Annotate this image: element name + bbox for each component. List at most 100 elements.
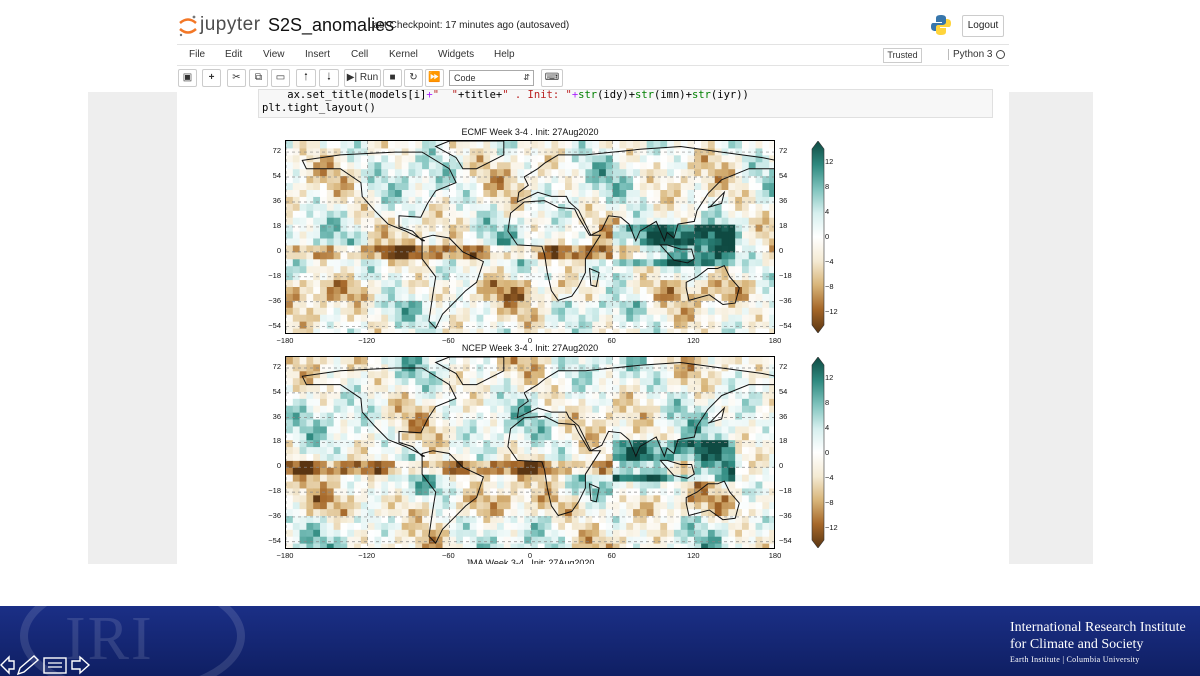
pen-icon[interactable] [16,655,40,676]
heatmap-cell [531,251,539,260]
heatmap-cell [537,474,546,482]
heatmap-cell [469,196,478,204]
heatmap-cell [687,328,695,333]
menu-edit[interactable]: Edit [225,49,242,60]
heatmap-cell [578,238,586,246]
logout-button[interactable]: Logout [962,15,1004,37]
heatmap-cell [313,425,321,434]
heatmap-cell [701,244,709,253]
cut-button[interactable]: ✂ [227,69,246,87]
heatmap-cell [408,377,416,386]
heatmap-cell [626,529,634,537]
heatmap-cell [605,161,614,170]
cell-type-select[interactable]: Code ⇵ [449,70,534,86]
heatmap-cell [367,286,375,294]
menu-kernel[interactable]: Kernel [389,49,418,60]
copy-button[interactable]: ⧉ [249,69,268,87]
save-button[interactable]: ▣ [178,69,197,87]
paste-button[interactable]: ▭ [271,69,290,87]
run-button[interactable]: ▶| Run [344,69,381,87]
heatmap-cell [769,189,774,197]
heatmap-cell [701,231,709,239]
heatmap-cell [748,474,757,482]
heatmap-cell [728,460,736,468]
heatmap-cell [646,474,654,482]
heatmap-cell [626,487,634,496]
heatmap-cell [320,529,328,537]
heatmap-cell [428,168,437,177]
menu-cell[interactable]: Cell [351,49,368,60]
menu-help[interactable]: Help [494,49,515,60]
heatmap-cell [381,224,389,232]
heatmap-cell [306,196,314,204]
heatmap-cell [633,224,641,232]
heatmap-cell [292,279,301,287]
heatmap-cell [612,474,620,482]
menu-view[interactable]: View [263,49,285,60]
colorbar-tick-label: −8 [825,497,834,507]
jupyter-logo-icon[interactable] [178,14,198,38]
move-down-button[interactable]: 🠓 [319,69,339,87]
heatmap-cell [415,377,423,386]
anomaly-map [286,357,774,548]
heatmap-cell [571,467,580,475]
heatmap-cell [769,141,774,149]
heatmap-cell [333,529,341,537]
heatmap-cell [735,412,743,420]
heatmap-cell [544,467,552,475]
heatmap-cell [762,161,770,170]
heatmap-cell [320,224,328,232]
heatmap-cell [605,328,614,333]
heatmap-cell [728,453,736,461]
restart-run-all-button[interactable]: ⏩ [425,69,444,87]
heatmap-cell [449,251,457,260]
heatmap-cell [714,529,723,537]
heatmap-cell [381,425,389,434]
heatmap-cell [469,307,478,315]
heatmap-cell [599,321,607,329]
jupyter-logo-text[interactable]: jupyter [200,14,261,36]
heatmap-cell [687,363,695,372]
next-slide-icon[interactable] [71,655,91,675]
heatmap-cell [428,258,437,267]
heatmap-cell [687,432,695,441]
heatmap-cell [531,501,539,510]
heatmap-cell [476,432,484,441]
heatmap-cell [408,405,416,413]
heatmap-cell [354,141,362,149]
heatmap-cell [462,384,471,392]
add-cell-button[interactable]: + [202,69,221,87]
heatmap-cell [585,370,593,379]
heatmap-cell [394,251,403,260]
heatmap-cell [394,265,403,274]
heatmap-cell [612,481,620,489]
heatmap-cell [347,314,355,322]
heatmap-cell [748,293,757,301]
heatmap-cell [544,265,552,274]
heatmap-cell [469,217,478,225]
prev-slide-icon[interactable] [0,655,15,675]
restart-button[interactable]: ↻ [404,69,423,87]
notes-icon[interactable] [43,657,67,674]
menu-widgets[interactable]: Widgets [438,49,474,60]
heatmap-cell [490,141,498,149]
heatmap-cell [442,487,450,496]
heatmap-cell [524,231,532,239]
heatmap-cell [565,460,573,468]
heatmap-cell [428,460,437,468]
heatmap-cell [565,182,573,190]
heatmap-cell [701,487,709,496]
heatmap-cell [680,467,689,475]
move-up-button[interactable]: 🠑 [296,69,316,87]
stop-button[interactable]: ■ [383,69,402,87]
heatmap-cell [646,481,654,489]
heatmap-cell [286,161,294,170]
heatmap-cell [551,258,559,267]
menu-file[interactable]: File [189,49,205,60]
menu-insert[interactable]: Insert [305,49,330,60]
heatmap-cell [694,529,702,537]
trusted-badge[interactable]: Trusted [883,48,922,63]
command-palette-button[interactable]: ⌨ [541,69,563,87]
heatmap-cell [721,182,729,190]
heatmap-cell [326,293,335,301]
